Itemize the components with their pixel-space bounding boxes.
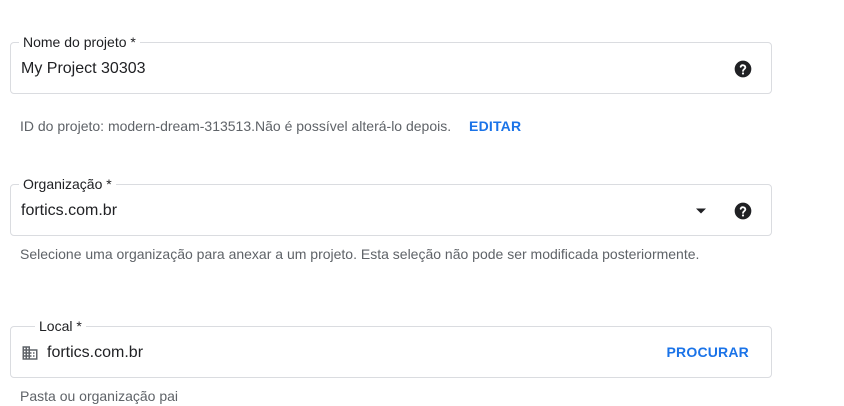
edit-project-id-button[interactable]: EDITAR (469, 118, 521, 134)
help-circle-icon[interactable] (733, 201, 753, 221)
organization-label: Organização * (19, 175, 116, 193)
domain-icon (21, 344, 39, 362)
organization-hint: Selecione uma organização para anexar a … (20, 246, 700, 262)
location-field[interactable]: Local * fortics.com.br PROCURAR (10, 317, 772, 378)
arrow-drop-down-icon[interactable] (691, 201, 711, 221)
project-id-text: ID do projeto: modern-dream-313513.Não é… (20, 118, 452, 134)
project-name-input[interactable]: My Project 30303 (21, 59, 146, 79)
help-circle-icon[interactable] (733, 59, 753, 79)
location-value: fortics.com.br (47, 344, 144, 361)
project-name-field[interactable]: Nome do projeto * My Project 30303 (10, 33, 772, 94)
project-name-label: Nome do projeto * (19, 33, 140, 51)
location-label: Local * (35, 317, 86, 335)
browse-location-button[interactable]: PROCURAR (667, 344, 750, 360)
location-hint: Pasta ou organização pai (20, 388, 178, 404)
organization-field[interactable]: Organização * fortics.com.br (10, 175, 772, 236)
organization-select[interactable]: fortics.com.br (21, 201, 117, 221)
project-id-hint: ID do projeto: modern-dream-313513.Não é… (20, 116, 710, 136)
